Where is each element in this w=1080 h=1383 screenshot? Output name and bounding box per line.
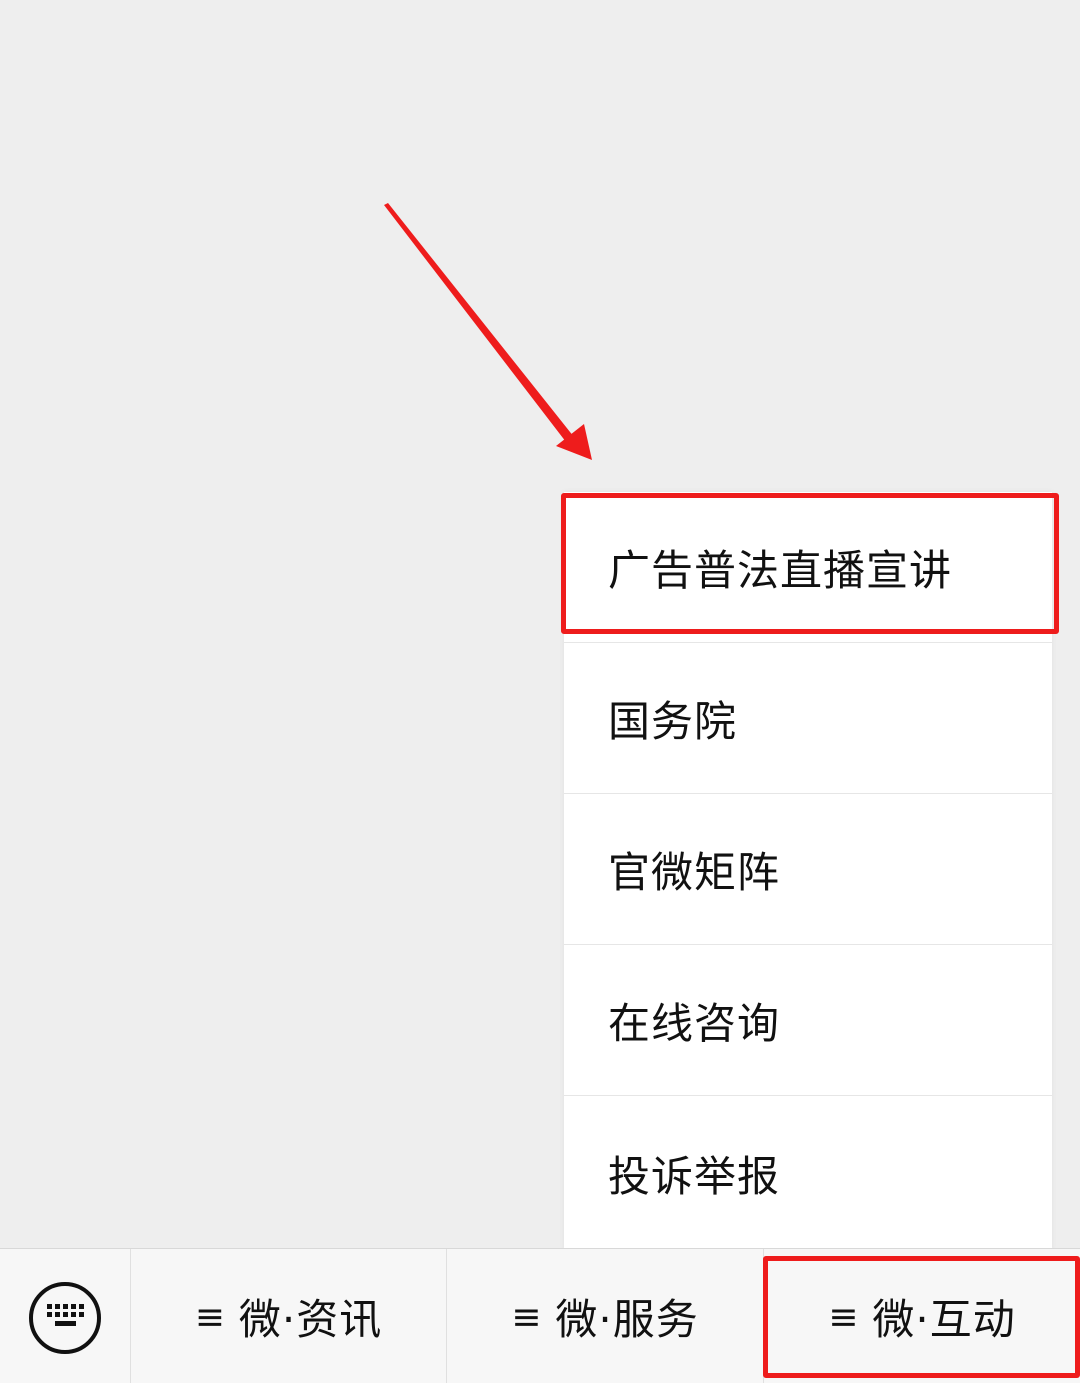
menu-lines-icon: ≡ — [194, 1296, 225, 1338]
menu-item-label: 广告普法直播宣讲 — [608, 545, 953, 595]
menu-lines-icon: ≡ — [828, 1296, 859, 1338]
menu-lines-icon: ≡ — [511, 1296, 542, 1338]
tab-weixin-interact[interactable]: ≡ 微·互动 — [764, 1249, 1080, 1383]
tab-label: 微·服务 — [555, 1294, 699, 1344]
tab-label: 微·互动 — [872, 1294, 1016, 1344]
menu-item-label: 投诉举报 — [608, 1151, 781, 1201]
menu-item-online-consult[interactable]: 在线咨询 — [564, 945, 1052, 1096]
menu-item-state-council[interactable]: 国务院 — [564, 643, 1052, 794]
menu-item-complaint-report[interactable]: 投诉举报 — [564, 1096, 1052, 1250]
tab-weixin-news[interactable]: ≡ 微·资讯 — [131, 1249, 447, 1383]
menu-item-official-matrix[interactable]: 官微矩阵 — [564, 794, 1052, 945]
tab-label: 微·资讯 — [238, 1294, 383, 1344]
menu-item-label: 官微矩阵 — [608, 847, 781, 897]
keyboard-icon — [29, 1282, 101, 1354]
keyboard-toggle-button[interactable] — [0, 1249, 131, 1383]
chat-screen: 广告普法直播宣讲 国务院 官微矩阵 在线咨询 投诉举报 ≡ 微·资讯 ≡ 微·服… — [0, 0, 1080, 1383]
menu-item-label: 在线咨询 — [608, 998, 781, 1048]
bottom-menu-bar: ≡ 微·资讯 ≡ 微·服务 ≡ 微·互动 — [0, 1248, 1080, 1383]
tab-weixin-service[interactable]: ≡ 微·服务 — [447, 1249, 764, 1383]
annotation-arrow-shaft — [384, 203, 574, 442]
annotation-arrow-head — [556, 424, 592, 460]
menu-item-ad-law-live[interactable]: 广告普法直播宣讲 — [564, 492, 1052, 643]
menu-item-label: 国务院 — [608, 696, 738, 746]
sub-menu-popup: 广告普法直播宣讲 国务院 官微矩阵 在线咨询 投诉举报 — [564, 492, 1052, 1250]
